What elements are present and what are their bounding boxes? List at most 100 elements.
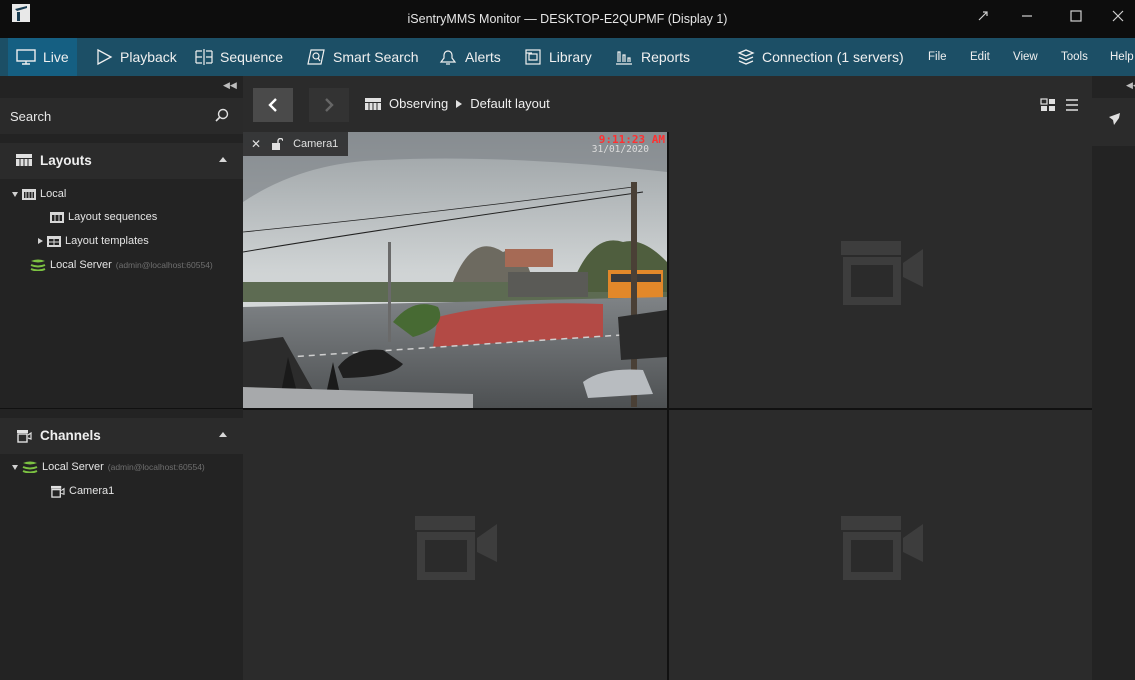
- tree-label-layout-sequences: Layout sequences: [68, 211, 158, 223]
- reports-icon: [616, 51, 632, 65]
- tree-item-layout-templates[interactable]: Layout templates: [38, 232, 149, 250]
- expand-arrow-icon[interactable]: [12, 191, 18, 197]
- tree-item-camera1[interactable]: Camera1: [50, 482, 114, 500]
- breadcrumb-root[interactable]: Observing: [389, 96, 448, 111]
- tree-label-channels-server: Local Server: [42, 461, 104, 473]
- menu-edit[interactable]: Edit: [970, 38, 990, 76]
- server-address: (admin@localhost:60554): [115, 260, 213, 270]
- channels-camera-icon: [17, 430, 32, 443]
- server-address: (admin@localhost:60554): [107, 462, 205, 472]
- expand-arrow-icon[interactable]: [38, 238, 43, 244]
- collapse-caret-icon[interactable]: [219, 157, 227, 162]
- connection-button[interactable]: Connection (1 servers): [737, 38, 904, 76]
- right-collapsed-panel: [1092, 76, 1135, 680]
- panel-divider: [0, 408, 243, 409]
- nav-smart-search-label: Smart Search: [333, 49, 419, 65]
- search-icon[interactable]: [215, 108, 229, 122]
- nav-alerts-label: Alerts: [465, 49, 501, 65]
- collapse-right-panel-icon[interactable]: ◀◀: [1126, 80, 1135, 91]
- camera-date-overlay: 31/01/2020: [591, 144, 649, 155]
- video-tile-empty-3[interactable]: [243, 410, 667, 680]
- video-tile-camera1[interactable]: ✕ Camera1 9:11:23 AM 31/01/2020: [243, 132, 667, 408]
- search-label: Search: [10, 109, 52, 124]
- camera-icon: [51, 485, 65, 498]
- camera-tile-header: ✕ Camera1: [243, 132, 349, 156]
- forward-button[interactable]: [309, 88, 349, 122]
- main-toolbar: Observing Default layout: [243, 76, 1092, 136]
- maximize-icon[interactable]: [1061, 4, 1091, 28]
- menu-icon[interactable]: [1065, 98, 1079, 112]
- tree-label-layout-templates: Layout templates: [65, 235, 149, 247]
- layouts-section-header[interactable]: Layouts: [0, 143, 243, 179]
- layout-grid-icon: [365, 97, 381, 110]
- nav-reports[interactable]: Reports: [614, 38, 690, 76]
- breadcrumb: Observing Default layout: [365, 96, 550, 111]
- close-icon[interactable]: [1103, 4, 1133, 28]
- menu-help[interactable]: Help: [1110, 38, 1134, 76]
- tree-label-local-server: Local Server: [50, 259, 112, 271]
- nav-sequence[interactable]: Sequence: [195, 38, 283, 76]
- sequence-icon: [195, 49, 213, 65]
- layout-grid-icon: [16, 154, 32, 166]
- breadcrumb-layout[interactable]: Default layout: [470, 96, 550, 111]
- search-bar[interactable]: Search: [0, 98, 243, 134]
- smart-search-icon: [307, 49, 325, 65]
- channels-title: Channels: [40, 428, 101, 443]
- main-nav-bar: Live Playback Sequence Smart Search Aler…: [0, 38, 1135, 76]
- nav-reports-label: Reports: [641, 49, 691, 65]
- collapse-left-panel-icon[interactable]: ◀◀: [223, 80, 237, 91]
- layout-templates-icon: [47, 235, 61, 247]
- play-icon: [97, 48, 113, 66]
- tree-item-layout-sequences[interactable]: Layout sequences: [50, 208, 157, 226]
- tree-label-local: Local: [40, 188, 67, 200]
- nav-live[interactable]: Live: [8, 38, 77, 76]
- camera-tile-name: Camera1: [293, 138, 339, 150]
- library-icon: [525, 49, 541, 65]
- right-panel-toolbar: [1092, 98, 1135, 146]
- chevron-right-icon: [325, 98, 334, 112]
- menu-tools[interactable]: Tools: [1061, 38, 1088, 76]
- channels-section-header[interactable]: Channels: [0, 418, 243, 454]
- camera-placeholder-icon: [840, 241, 923, 305]
- layout-sequences-icon: [50, 211, 64, 223]
- unlock-icon[interactable]: [271, 138, 284, 150]
- tree-item-local[interactable]: Local: [12, 185, 66, 203]
- menu-file[interactable]: File: [928, 38, 947, 76]
- server-icon: [22, 461, 38, 473]
- camera1-video-feed: [243, 132, 667, 408]
- chevron-left-icon: [268, 98, 277, 112]
- video-tile-empty-4[interactable]: [669, 410, 1092, 680]
- camera-placeholder-icon: [415, 516, 497, 580]
- local-folder-icon: [22, 188, 36, 200]
- minimize-icon[interactable]: [1012, 4, 1042, 28]
- bell-icon: [439, 50, 457, 65]
- video-grid: ✕ Camera1 9:11:23 AM 31/01/2020: [243, 132, 1092, 680]
- monitor-icon: [16, 49, 36, 65]
- breadcrumb-separator-icon: [456, 99, 463, 108]
- ptz-control-icon[interactable]: [1108, 112, 1122, 126]
- collapse-caret-icon[interactable]: [219, 432, 227, 437]
- back-button[interactable]: [253, 88, 293, 122]
- tree-item-channels-server[interactable]: Local Server (admin@localhost:60554): [12, 458, 205, 476]
- tree-item-local-server[interactable]: Local Server (admin@localhost:60554): [30, 256, 213, 274]
- restore-icon[interactable]: [968, 4, 998, 28]
- nav-playback[interactable]: Playback: [95, 38, 177, 76]
- window-title: iSentryMMS Monitor — DESKTOP-E2QUPMF (Di…: [407, 12, 728, 26]
- nav-alerts[interactable]: Alerts: [438, 38, 501, 76]
- tree-label-camera1: Camera1: [69, 485, 115, 497]
- nav-live-label: Live: [43, 49, 69, 65]
- menu-view[interactable]: View: [1013, 38, 1038, 76]
- connection-label: Connection (1 servers): [762, 49, 904, 65]
- video-tile-empty-2[interactable]: [669, 132, 1092, 408]
- server-stack-icon: [737, 49, 755, 65]
- nav-sequence-label: Sequence: [220, 49, 284, 65]
- nav-smart-search[interactable]: Smart Search: [306, 38, 419, 76]
- server-icon: [30, 259, 46, 271]
- nav-library-label: Library: [549, 49, 592, 65]
- expand-arrow-icon[interactable]: [12, 464, 18, 470]
- camera-placeholder-icon: [840, 516, 923, 580]
- layout-switch-icon[interactable]: [1040, 98, 1056, 112]
- nav-library[interactable]: Library: [524, 38, 592, 76]
- title-bar: iSentryMMS Monitor — DESKTOP-E2QUPMF (Di…: [0, 0, 1135, 38]
- close-tile-icon[interactable]: ✕: [251, 137, 261, 151]
